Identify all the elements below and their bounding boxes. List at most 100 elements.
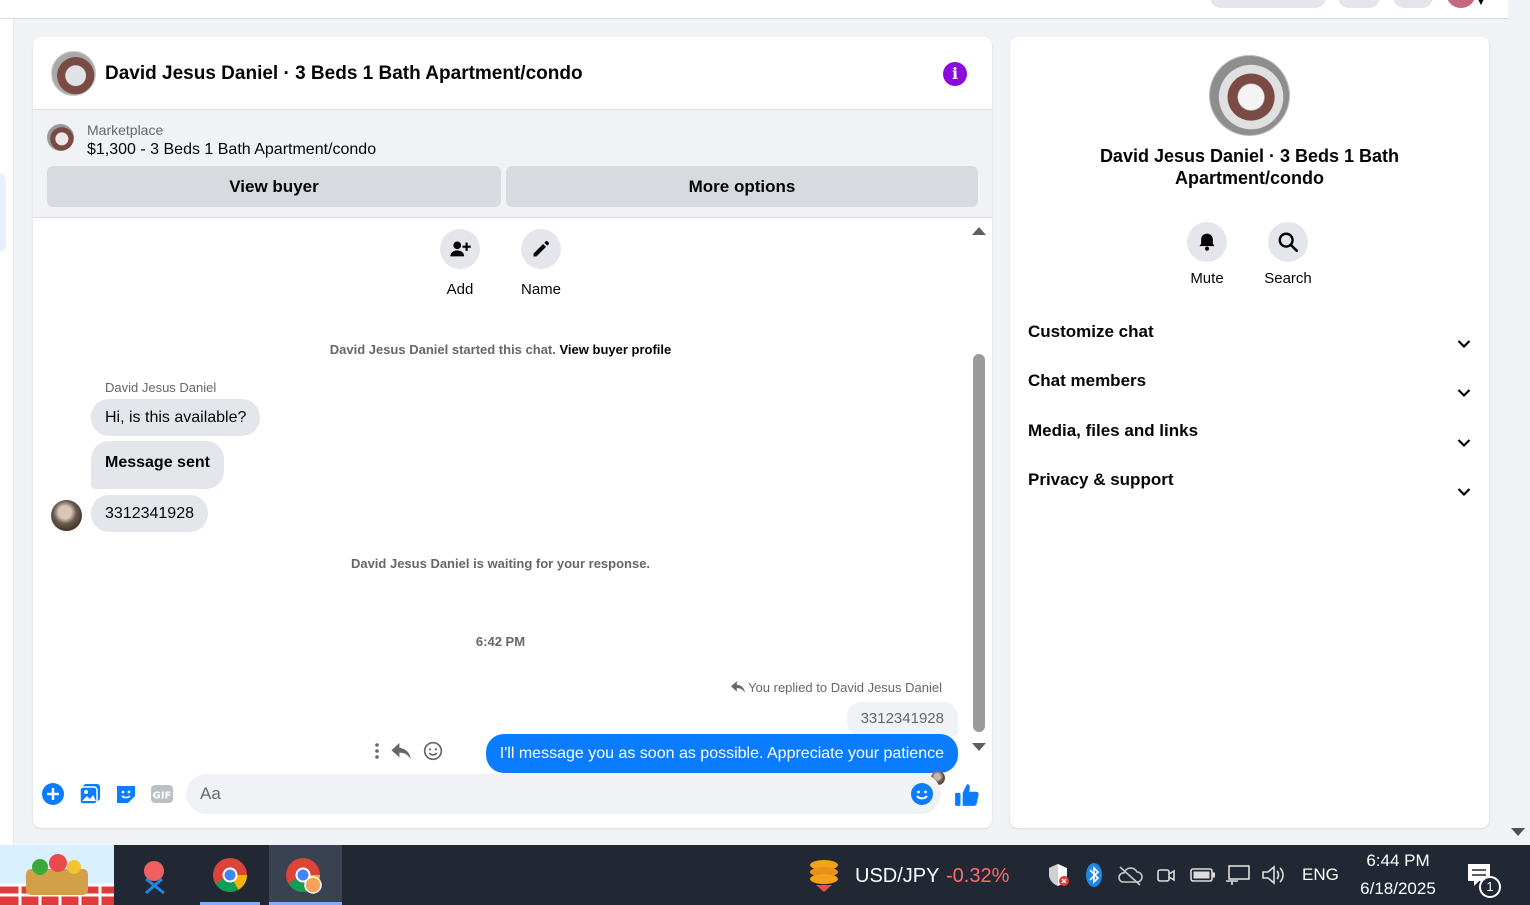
listing-title[interactable]: $1,300 - 3 Beds 1 Bath Apartment/condo xyxy=(87,141,376,159)
chat-members-section[interactable]: Chat members xyxy=(1028,363,1471,399)
toolbar-button[interactable] xyxy=(1338,0,1380,8)
incoming-message[interactable]: Hi, is this available? xyxy=(91,399,261,436)
scroll-down-icon[interactable] xyxy=(972,743,986,751)
marketplace-bar: Marketplace $1,300 - 3 Beds 1 Bath Apart… xyxy=(33,110,992,218)
reply-context-text: You replied to David Jesus Daniel xyxy=(748,680,942,695)
camera-icon[interactable] xyxy=(1156,864,1176,891)
photo-icon[interactable] xyxy=(78,782,102,806)
info-icon[interactable]: i xyxy=(943,62,967,86)
search-button[interactable]: Search xyxy=(1248,222,1328,287)
bell-icon[interactable] xyxy=(1187,222,1227,262)
add-people-tool[interactable]: Add xyxy=(420,229,500,298)
incoming-message[interactable]: 3312341928 xyxy=(91,495,208,532)
section-label: Customize chat xyxy=(1028,322,1154,341)
plus-circle-icon[interactable] xyxy=(41,782,65,806)
toolbar-button[interactable] xyxy=(1393,0,1433,8)
view-buyer-button[interactable]: View buyer xyxy=(47,166,501,207)
coins-icon[interactable] xyxy=(806,857,842,898)
reply-context: You replied to David Jesus Daniel xyxy=(730,680,942,695)
chat-started-notice: David Jesus Daniel started this chat. Vi… xyxy=(33,342,968,357)
reply-icon xyxy=(730,680,748,695)
mute-button[interactable]: Mute xyxy=(1167,222,1247,287)
search-label: Search xyxy=(1264,270,1312,287)
emoji-react-icon[interactable] xyxy=(423,741,443,766)
profile-picture[interactable] xyxy=(1209,55,1290,136)
customize-chat-section[interactable]: Customize chat xyxy=(1028,314,1471,350)
chat-avatar[interactable] xyxy=(51,51,96,96)
snipping-tool-icon[interactable] xyxy=(134,845,178,905)
privacy-support-section[interactable]: Privacy & support xyxy=(1028,462,1471,498)
add-label: Add xyxy=(446,281,474,298)
toolbar-pill[interactable] xyxy=(1210,0,1326,8)
name-tool[interactable]: Name xyxy=(501,229,581,298)
sender-name: David Jesus Daniel xyxy=(105,380,217,395)
ticker-symbol[interactable]: USD/JPY xyxy=(855,865,939,888)
info-panel: David Jesus Daniel · 3 Beds 1 Bath Apart… xyxy=(1010,37,1489,828)
notification-count-badge[interactable]: 1 xyxy=(1479,876,1501,898)
reply-icon[interactable] xyxy=(391,743,411,764)
chevron-down-icon[interactable] xyxy=(1457,474,1471,510)
sender-avatar[interactable] xyxy=(51,500,82,531)
chat-title[interactable]: David Jesus Daniel · 3 Beds 1 Bath Apart… xyxy=(105,63,583,85)
mute-label: Mute xyxy=(1190,270,1224,287)
scroll-down-icon[interactable] xyxy=(1511,828,1525,836)
sidebar-active-tab[interactable] xyxy=(0,174,6,252)
message-list[interactable]: Add Name David Jesus Daniel started this… xyxy=(33,219,992,785)
page-scrollbar[interactable] xyxy=(1508,0,1530,845)
cloud-offline-icon[interactable] xyxy=(1117,864,1143,891)
chat-header: David Jesus Daniel · 3 Beds 1 Bath Apart… xyxy=(33,37,992,110)
name-label: Name xyxy=(520,281,561,298)
volume-icon[interactable] xyxy=(1261,864,1285,891)
section-label: Chat members xyxy=(1028,371,1147,390)
marketplace-label: Marketplace xyxy=(87,122,164,138)
chevron-down-icon[interactable] xyxy=(1457,375,1471,411)
sticker-icon[interactable] xyxy=(114,782,138,806)
clock-date[interactable]: 6/18/2025 xyxy=(1351,879,1445,899)
chat-started-text: David Jesus Daniel started this chat. xyxy=(329,342,556,357)
message-composer: GIF xyxy=(33,769,992,828)
message-input[interactable] xyxy=(186,774,941,814)
pencil-icon[interactable] xyxy=(521,229,561,269)
security-shield-icon[interactable] xyxy=(1046,863,1070,892)
clock-time[interactable]: 6:44 PM xyxy=(1355,851,1441,871)
media-files-section[interactable]: Media, files and links xyxy=(1028,413,1471,449)
left-sidebar-edge xyxy=(0,19,14,845)
more-options-button[interactable]: More options xyxy=(506,166,978,207)
section-label: Privacy & support xyxy=(1028,470,1174,489)
message-actions xyxy=(375,741,443,766)
gif-icon[interactable]: GIF xyxy=(150,782,174,806)
chat-panel: David Jesus Daniel · 3 Beds 1 Bath Apart… xyxy=(33,37,992,828)
chat-scrollbar[interactable] xyxy=(970,219,992,759)
view-buyer-profile-link[interactable]: View buyer profile xyxy=(560,342,672,357)
network-icon[interactable] xyxy=(1225,864,1251,891)
scroll-thumb[interactable] xyxy=(973,354,985,732)
outgoing-message[interactable]: I'll message you as soon as possible. Ap… xyxy=(485,734,958,773)
waiting-notice: David Jesus Daniel is waiting for your r… xyxy=(350,556,651,571)
chrome-profile-icon[interactable] xyxy=(269,845,342,905)
thumbs-up-icon[interactable] xyxy=(954,782,979,806)
scroll-up-icon[interactable] xyxy=(972,227,986,235)
quoted-message[interactable]: 3312341928 xyxy=(846,702,958,736)
picnic-app-icon[interactable] xyxy=(0,845,114,905)
message-timestamp: 6:42 PM xyxy=(475,634,526,649)
conversation-name: David Jesus Daniel · 3 Beds 1 Bath Apart… xyxy=(1099,146,1400,188)
ticker-change[interactable]: -0.32% xyxy=(946,865,1009,888)
more-icon[interactable] xyxy=(375,743,379,764)
incoming-message[interactable]: Message sent xyxy=(91,441,224,489)
chevron-down-icon[interactable]: ▼ xyxy=(1476,0,1486,8)
add-person-icon[interactable] xyxy=(440,229,480,269)
battery-icon[interactable] xyxy=(1190,867,1216,888)
svg-text:GIF: GIF xyxy=(153,791,172,802)
language-indicator[interactable]: ENG xyxy=(1302,865,1339,885)
listing-thumbnail[interactable] xyxy=(47,124,74,151)
chevron-down-icon[interactable] xyxy=(1457,425,1471,461)
section-label: Media, files and links xyxy=(1028,421,1199,440)
top-toolbar: ▼ xyxy=(0,0,1508,19)
bluetooth-icon[interactable] xyxy=(1085,862,1103,893)
taskbar: USD/JPY -0.32% ENG 6:44 PM 6/18/2025 1 xyxy=(0,845,1530,905)
profile-avatar[interactable] xyxy=(1446,0,1476,8)
chevron-down-icon[interactable] xyxy=(1457,326,1471,362)
chrome-icon[interactable] xyxy=(200,845,260,905)
emoji-icon[interactable] xyxy=(910,782,934,806)
search-icon[interactable] xyxy=(1268,222,1308,262)
